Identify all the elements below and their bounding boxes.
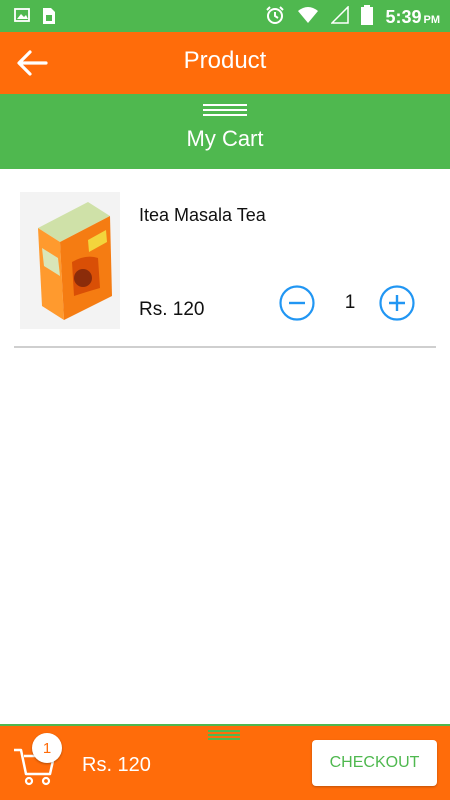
checkout-button[interactable]: CHECKOUT: [312, 740, 437, 786]
status-time: 5:39 PM: [385, 7, 440, 27]
cart-header: My Cart: [0, 94, 450, 169]
drag-handle-icon: [203, 104, 247, 116]
app-bar: Product: [0, 32, 450, 94]
plus-circle-icon: [379, 285, 415, 321]
increase-quantity-button[interactable]: [379, 285, 415, 321]
battery-icon: [361, 5, 374, 30]
drag-handle-icon[interactable]: [208, 730, 240, 742]
minus-circle-icon: [279, 285, 315, 321]
cart-title: My Cart: [186, 126, 264, 151]
alarm-icon: [265, 5, 285, 30]
image-icon: [14, 7, 30, 30]
wifi-icon: [297, 6, 319, 29]
cart-count-badge: 1: [32, 733, 62, 763]
product-name: Itea Masala Tea: [139, 205, 266, 225]
status-bar: 5:39 PM: [0, 0, 450, 32]
cart-item: Itea Masala Tea Rs. 120 1: [14, 180, 436, 348]
sim-card-icon: [42, 7, 56, 30]
signal-icon: [330, 5, 350, 29]
product-image[interactable]: [20, 192, 120, 329]
product-price: Rs. 120: [139, 299, 205, 320]
decrease-quantity-button[interactable]: [279, 285, 315, 321]
page-title: Product: [183, 47, 267, 74]
quantity-value: 1: [344, 292, 356, 313]
cart-total: Rs. 120: [82, 754, 151, 776]
bottom-bar: 1 Rs. 120 CHECKOUT: [0, 724, 450, 800]
